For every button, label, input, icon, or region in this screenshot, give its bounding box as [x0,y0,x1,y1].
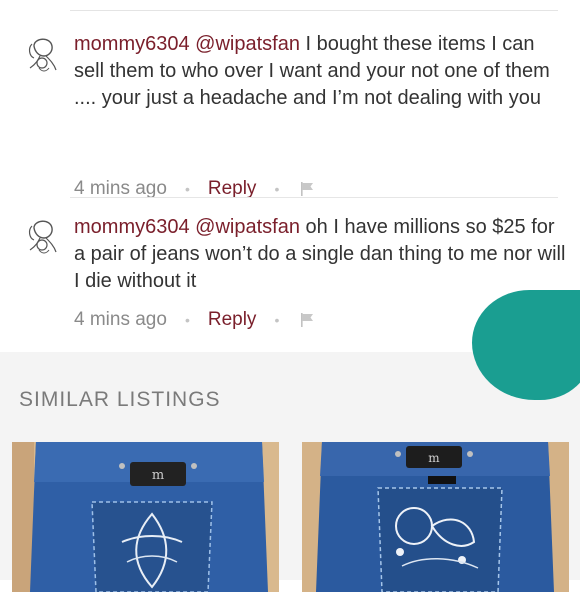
listing-card[interactable]: m [302,442,569,592]
avatar-sketch-icon [21,31,63,73]
comment-body: mommy6304 @wipatsfan I bought these item… [74,31,568,112]
comment-username[interactable]: mommy6304 [74,33,190,55]
comment-timestamp: 4 mins ago [74,309,167,330]
comment-item: mommy6304 @wipatsfan I bought these item… [0,28,580,199]
reply-button[interactable]: Reply [208,309,257,331]
flag-icon[interactable] [299,312,315,328]
similar-listings-title: SIMILAR LISTINGS [19,388,221,411]
comment-mention[interactable]: @wipatsfan [195,216,300,238]
listing-photo-jeans: m [302,442,569,592]
listing-card[interactable]: m [12,442,279,592]
avatar-sketch-icon [21,213,63,255]
svg-text:m: m [428,451,440,465]
comment-username[interactable]: mommy6304 [74,216,190,238]
comment-meta: 4 mins ago • Reply • [74,309,315,331]
separator-dot: • [184,312,190,328]
flag-icon[interactable] [299,181,315,197]
top-divider [70,10,558,11]
separator-dot: • [274,312,280,328]
comment-body: mommy6304 @wipatsfan oh I have millions … [74,214,568,295]
avatar[interactable] [20,212,64,256]
separator-dot: • [184,181,190,197]
separator-dot: • [274,181,280,197]
comment-divider [70,197,558,198]
comment-mention[interactable]: @wipatsfan [195,33,300,55]
listing-photo-jeans: m [12,442,279,592]
avatar[interactable] [20,30,64,74]
svg-text:m: m [152,468,164,483]
